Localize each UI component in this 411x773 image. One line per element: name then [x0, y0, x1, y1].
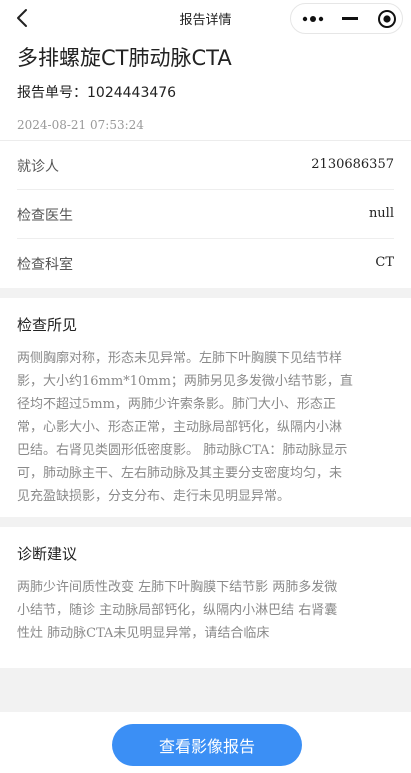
info-label: 就诊人 [17, 159, 59, 175]
diagnosis-text: 两肺少许间质性改变 左肺下叶胸膜下结节影 两肺多发微 小结节，随诊 主动脉局部钙… [17, 576, 397, 645]
findings-text: 两侧胸廓对称，形态未见异常。左肺下叶胸膜下见结节样 影，大小约16mm*10mm… [17, 347, 397, 508]
more-dots-icon [302, 15, 323, 22]
view-image-report-button[interactable]: 查看影像报告 [112, 724, 302, 766]
info-row-doctor: 检查医生 null [17, 190, 394, 239]
minimize-icon [341, 16, 358, 20]
diagnosis-line: 性灶 肺动脉CTA未见明显异常，请结合临床 [17, 626, 270, 641]
findings-section: 检查所见 两侧胸廓对称，形态未见异常。左肺下叶胸膜下见结节样 影，大小约16mm… [0, 298, 411, 517]
diagnosis-line: 小结节，随诊 主动脉局部钙化，纵隔内小淋巴结 右肾囊 [17, 603, 338, 618]
info-value: 2130686357 [311, 157, 394, 172]
bottom-action-bar: 查看影像报告 [0, 712, 411, 773]
findings-line: 可，肺动脉主干、左右肺动脉及其主要分支密度均匀，未 [17, 466, 343, 481]
findings-line: 影，大小约16mm*10mm；两肺另见多发微小结节影，直 [17, 374, 353, 389]
nav-bar: 报告详情 [0, 0, 411, 36]
minimize-button[interactable] [331, 4, 368, 33]
info-row-patient: 就诊人 2130686357 [17, 141, 394, 190]
target-close-icon [377, 9, 396, 28]
patient-info: 就诊人 2130686357 检查医生 null 检查科室 CT [0, 140, 411, 288]
info-label: 检查医生 [17, 208, 73, 224]
info-label: 检查科室 [17, 257, 73, 273]
info-value: CT [375, 255, 394, 270]
report-title: 多排螺旋CT肺动脉CTA [17, 46, 232, 70]
diagnosis-line: 两肺少许间质性改变 左肺下叶胸膜下结节影 两肺多发微 [17, 580, 338, 595]
report-time: 2024-08-21 07:53:24 [17, 118, 144, 132]
close-button[interactable] [368, 4, 405, 33]
findings-title: 检查所见 [17, 316, 78, 334]
more-button[interactable] [294, 4, 331, 33]
info-value: null [368, 206, 394, 221]
findings-line: 两侧胸廓对称，形态未见异常。左肺下叶胸膜下见结节样 [17, 351, 343, 366]
findings-line: 巴结。右肾见类圆形低密度影。 肺动脉CTA：肺动脉显示 [17, 443, 348, 458]
report-number-value: 1024443476 [87, 85, 177, 101]
report-number-label: 报告单号： [17, 85, 87, 101]
info-row-department: 检查科室 CT [17, 239, 394, 288]
findings-line: 常，心影大小、形态正常，主动脉局部钙化，纵隔内小淋 [17, 420, 343, 435]
findings-line: 见充盈缺损影，分支分布、走行未见明显异常。 [17, 489, 291, 504]
mini-program-capsule [290, 3, 403, 34]
report-header: 多排螺旋CT肺动脉CTA 报告单号：1024443476 2024-08-21 … [0, 36, 411, 140]
diagnosis-title: 诊断建议 [17, 545, 78, 563]
report-number: 报告单号：1024443476 [17, 82, 176, 102]
diagnosis-section: 诊断建议 两肺少许间质性改变 左肺下叶胸膜下结节影 两肺多发微 小结节，随诊 主… [0, 527, 411, 668]
findings-line: 径均不超过5mm，两肺少许索条影。肺门大小、形态正 [17, 397, 336, 412]
